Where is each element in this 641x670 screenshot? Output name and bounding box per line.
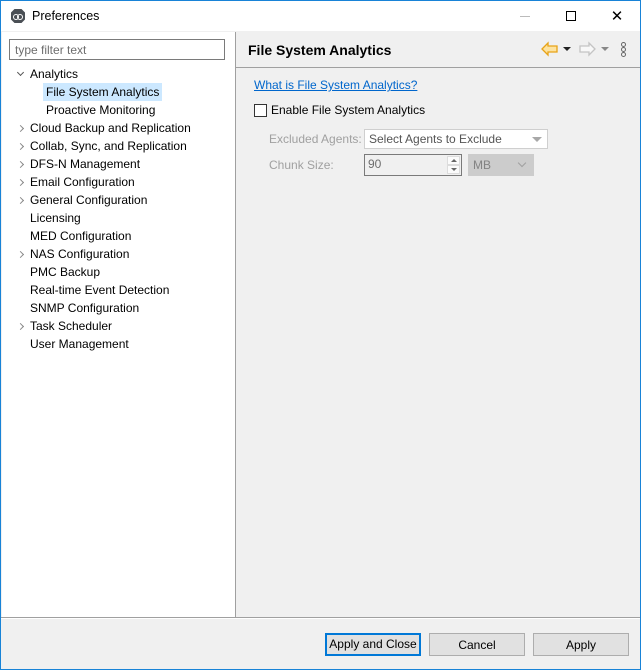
spin-down-icon [450,168,457,171]
close-button[interactable]: ✕ [594,1,640,31]
tree-item-label: MED Configuration [30,229,132,243]
tree-item-label: Collab, Sync, and Replication [30,139,187,153]
title-bar: Preferences ✕ [1,1,640,31]
tree-item[interactable]: General Configuration [2,191,235,209]
enable-fsa-checkbox-row[interactable]: Enable File System Analytics [254,103,425,117]
chevron-right-icon[interactable] [15,155,25,173]
back-arrow-icon[interactable] [541,41,559,57]
page-title: File System Analytics [248,42,392,58]
dropdown-arrow-icon [532,137,542,142]
maximize-icon [566,11,576,21]
tree-item[interactable]: Proactive Monitoring [2,101,235,119]
chevron-right-icon[interactable] [15,317,25,335]
app-logo-icon [11,9,25,23]
tree-item-label: Task Scheduler [30,319,113,333]
tree-item[interactable]: Email Configuration [2,173,235,191]
tree-item[interactable]: Task Scheduler [2,317,235,335]
preferences-tree-panel: Analytics File System Analytics Proactive … [2,32,235,617]
tree-item-label: PMC Backup [30,265,101,279]
window-title: Preferences [32,9,100,23]
chunk-unit-value: MB [473,158,491,172]
chevron-down-icon[interactable] [15,65,25,83]
apply-button[interactable]: Apply [533,633,629,656]
tree-item[interactable]: MED Configuration [2,227,235,245]
tree-item-label: Real-time Event Detection [30,283,170,297]
filter-input[interactable] [9,39,225,60]
tree-item[interactable]: NAS Configuration [2,245,235,263]
tree-item[interactable]: PMC Backup [2,263,235,281]
tree-item[interactable]: DFS-N Management [2,155,235,173]
preferences-window: Preferences ✕ Analytics File System Analy… [0,0,641,670]
tree-item-label: Licensing [30,211,81,225]
spin-up-button[interactable] [447,156,460,165]
tree-item[interactable]: Analytics [2,65,235,83]
chunk-size-value: 90 [368,157,382,171]
spin-down-button[interactable] [447,165,460,174]
forward-arrow-icon[interactable] [578,41,596,57]
chunk-size-label: Chunk Size: [269,158,334,172]
excluded-agents-label: Excluded Agents: [269,132,362,146]
chevron-right-icon[interactable] [15,191,25,209]
chevron-down-icon [517,158,527,168]
cancel-button[interactable]: Cancel [429,633,525,656]
chunk-size-spinner[interactable]: 90 [364,154,462,176]
chevron-right-icon[interactable] [15,137,25,155]
forward-history-dropdown-icon[interactable] [601,47,609,51]
tree-item[interactable]: SNMP Configuration [2,299,235,317]
tree-item[interactable]: Cloud Backup and Replication [2,119,235,137]
spin-up-icon [450,159,457,162]
help-link[interactable]: What is File System Analytics? [254,78,417,92]
tree-item-label: User Management [30,337,129,351]
header-divider [236,67,640,68]
tree-item[interactable]: Collab, Sync, and Replication [2,137,235,155]
maximize-button[interactable] [548,1,594,31]
tree-item[interactable]: User Management [2,335,235,353]
preferences-tree: Analytics File System Analytics Proactive … [2,65,235,353]
tree-item-label: File System Analytics [43,83,163,101]
chevron-right-icon[interactable] [15,173,25,191]
chevron-right-icon[interactable] [15,245,25,263]
tree-item-label: General Configuration [30,193,148,207]
enable-fsa-label: Enable File System Analytics [271,103,426,117]
tree-item-label: Cloud Backup and Replication [30,121,191,135]
view-menu-icon[interactable] [621,42,627,58]
tree-item-label: Proactive Monitoring [46,103,156,117]
tree-item[interactable]: Licensing [2,209,235,227]
preference-page: File System Analytics What is File Syste… [236,32,640,617]
tree-item-label: Email Configuration [30,175,135,189]
tree-item-label: Analytics [30,67,79,81]
tree-item-label: NAS Configuration [30,247,130,261]
tree-item-label: SNMP Configuration [30,301,140,315]
tree-item[interactable]: Real-time Event Detection [2,281,235,299]
chunk-unit-dropdown[interactable]: MB [468,154,534,176]
chevron-right-icon[interactable] [15,119,25,137]
enable-fsa-checkbox[interactable] [254,103,267,117]
minimize-icon [520,15,530,17]
excluded-agents-value: Select Agents to Exclude [369,132,502,146]
excluded-agents-dropdown[interactable]: Select Agents to Exclude [364,129,548,149]
apply-and-close-button[interactable]: Apply and Close [325,633,421,656]
tree-item[interactable]: File System Analytics [2,83,235,101]
minimize-button[interactable] [502,1,548,31]
tree-item-label: DFS-N Management [30,157,141,171]
close-icon: ✕ [610,8,624,25]
back-history-dropdown-icon[interactable] [563,47,571,51]
